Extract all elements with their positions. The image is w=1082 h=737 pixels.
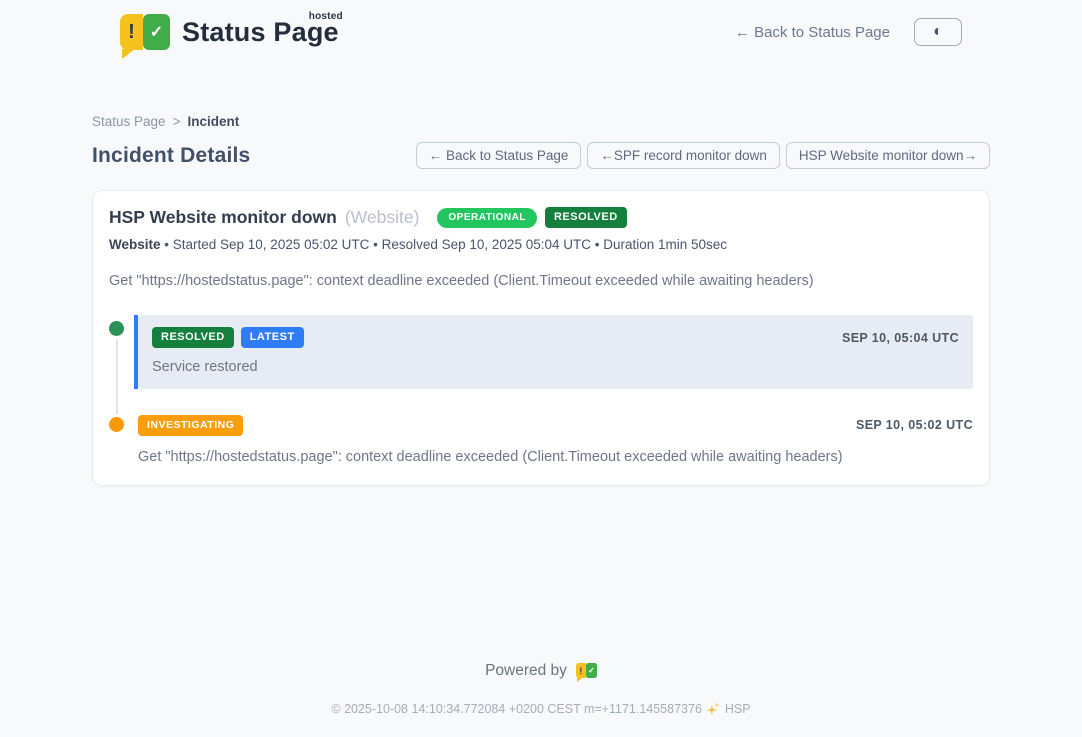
timeline-entry-investigating: INVESTIGATING SEP 10, 05:02 UTC Get "htt… — [109, 415, 973, 465]
timeline-update-box: RESOLVED LATEST SEP 10, 05:04 UTC Servic… — [134, 315, 973, 389]
incident-description: Get "https://hostedstatus.page": context… — [109, 273, 973, 289]
header-actions: ← Back to Status Page ◐ — [735, 18, 962, 46]
brand-name: Status Page hosted — [182, 17, 339, 48]
copyright-brand: HSP — [725, 702, 751, 716]
main-content: Status Page > Incident Incident Details … — [92, 114, 990, 486]
meta-details: • Started Sep 10, 2025 05:02 UTC • Resol… — [161, 237, 728, 252]
incident-timeline: RESOLVED LATEST SEP 10, 05:04 UTC Servic… — [109, 315, 973, 465]
back-link-label: Back to Status Page — [754, 24, 890, 41]
check-glyph: ✓ — [150, 22, 163, 42]
title-row: Incident Details ← Back to Status Page ←… — [92, 142, 990, 169]
logo-check-block: ✓ — [143, 14, 170, 50]
status-page-app: ! ✓ Status Page hosted ← Back to Status … — [92, 0, 990, 716]
timeline-update-box: INVESTIGATING SEP 10, 05:02 UTC Get "htt… — [134, 415, 973, 465]
logo-exclamation-block: ! — [120, 14, 143, 50]
theme-toggle-button[interactable]: ◐ — [914, 18, 962, 46]
prev-incident-button[interactable]: ←SPF record monitor down — [587, 142, 780, 169]
brand-superscript: hosted — [309, 11, 343, 22]
powered-by: Powered by ! ✓ — [92, 662, 990, 680]
breadcrumb: Status Page > Incident — [92, 114, 990, 129]
sparkles-icon — [707, 702, 720, 715]
meta-component: Website — [109, 237, 161, 252]
copyright-text: © 2025-10-08 14:10:34.772084 +0200 CEST … — [331, 702, 702, 716]
timeline-update-header: INVESTIGATING SEP 10, 05:02 UTC — [138, 415, 973, 436]
copyright: © 2025-10-08 14:10:34.772084 +0200 CEST … — [92, 702, 990, 716]
resolved-status-badge: RESOLVED — [152, 327, 234, 348]
timeline-message: Service restored — [152, 359, 959, 375]
footer-logo-check: ✓ — [586, 663, 597, 678]
status-page-logo-icon: ! ✓ — [120, 14, 170, 50]
left-arrow-icon: ← — [735, 24, 750, 41]
timeline-update-header: RESOLVED LATEST SEP 10, 05:04 UTC — [152, 327, 959, 348]
breadcrumb-status-page[interactable]: Status Page — [92, 114, 166, 129]
incident-component: (Website) — [345, 207, 420, 228]
breadcrumb-incident: Incident — [187, 114, 239, 129]
incident-title: HSP Website monitor down — [109, 207, 337, 228]
page-title: Incident Details — [92, 144, 250, 168]
footer-logo-exclamation: ! — [576, 663, 586, 678]
incident-meta: Website • Started Sep 10, 2025 05:02 UTC… — [109, 237, 973, 252]
footer: Powered by ! ✓ © 2025-10-08 14:10:34.772… — [92, 662, 990, 716]
next-incident-button[interactable]: HSP Website monitor down→ — [786, 142, 990, 169]
back-to-status-page-button[interactable]: ← Back to Status Page — [416, 142, 582, 169]
incident-card: HSP Website monitor down (Website) OPERA… — [92, 190, 990, 486]
footer-logo-tail — [577, 678, 582, 682]
resolved-badge: RESOLVED — [545, 207, 627, 228]
powered-by-label: Powered by — [485, 662, 567, 680]
back-to-status-page-link[interactable]: ← Back to Status Page — [735, 24, 890, 41]
operational-badge: OPERATIONAL — [437, 208, 537, 228]
breadcrumb-separator: > — [173, 114, 181, 129]
contrast-icon: ◐ — [933, 24, 943, 40]
header: ! ✓ Status Page hosted ← Back to Status … — [92, 0, 990, 50]
incident-title-row: HSP Website monitor down (Website) OPERA… — [109, 207, 973, 228]
exclamation-glyph: ! — [128, 21, 135, 44]
investigating-dot-icon — [109, 417, 124, 432]
footer-logo-icon[interactable]: ! ✓ — [576, 663, 597, 678]
logo-bubble-tail — [122, 49, 135, 59]
timeline-entry-resolved: RESOLVED LATEST SEP 10, 05:04 UTC Servic… — [109, 315, 973, 389]
timeline-timestamp: SEP 10, 05:04 UTC — [842, 331, 959, 345]
incident-nav-buttons: ← Back to Status Page ←SPF record monito… — [416, 142, 990, 169]
latest-badge: LATEST — [241, 327, 304, 348]
investigating-status-badge: INVESTIGATING — [138, 415, 243, 436]
timeline-connector-line — [116, 339, 118, 415]
resolved-dot-icon — [109, 321, 124, 336]
logo[interactable]: ! ✓ Status Page hosted — [120, 14, 339, 50]
timeline-message: Get "https://hostedstatus.page": context… — [138, 449, 973, 465]
timeline-timestamp: SEP 10, 05:02 UTC — [856, 418, 973, 432]
